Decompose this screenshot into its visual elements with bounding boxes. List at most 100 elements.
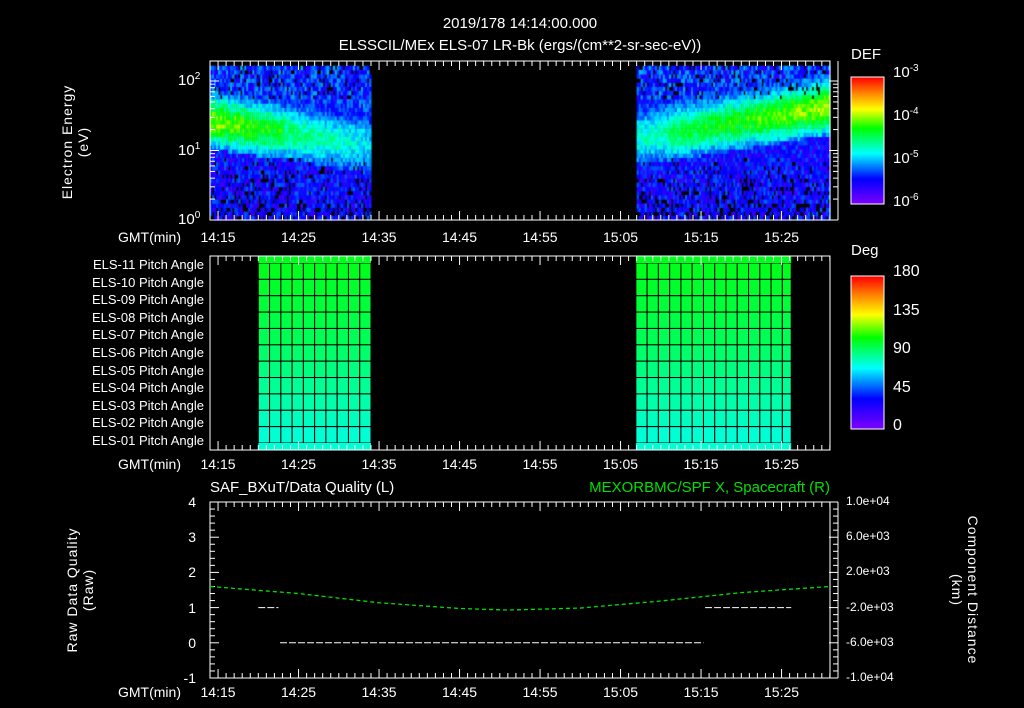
- pitch-angle-cell: [635, 256, 792, 263]
- pitch-angle-cell: [325, 393, 338, 411]
- pitch-angle-cell: [359, 295, 372, 313]
- pitch-angle-cell: [702, 327, 716, 346]
- quality-panel-xtick-label: 14:55: [522, 684, 558, 700]
- pitch-angle-cell: [336, 377, 349, 395]
- pitch-angle-cell: [702, 278, 716, 297]
- pitch-angle-cell: [748, 377, 761, 395]
- pitch-angle-cell: [646, 344, 659, 362]
- pitch-angle-cell: [736, 295, 750, 313]
- pitch-angle-cell: [646, 311, 659, 329]
- quality-tick-label: -1: [183, 670, 196, 686]
- spectrogram-xtick-label: 15:05: [603, 229, 639, 245]
- pitch-angle-cell: [269, 262, 282, 280]
- pitch-angle-cell: [646, 360, 659, 379]
- pitch-angle-cell: [347, 295, 361, 313]
- pitch-angle-cell: [748, 295, 761, 313]
- pitch-angle-row-label: ELS-09 Pitch Angle: [91, 292, 204, 308]
- pitch-angle-cell: [680, 311, 693, 329]
- pitch-angle-cell: [759, 344, 772, 362]
- pitch-angle-cell: [781, 377, 792, 395]
- pitch-angle-cell: [291, 311, 304, 329]
- pitch-angle-cell: [336, 360, 349, 379]
- pitch-angle-cell: [325, 344, 338, 362]
- pitch-angle-cell: [691, 344, 704, 362]
- pitch-angle-cell: [657, 377, 671, 395]
- pitch-angle-cell: [680, 409, 693, 428]
- pitch-angle-cell: [759, 327, 772, 346]
- def-colorbar-tick-label: 10-3: [893, 63, 919, 81]
- pitch-angle-cell: [269, 327, 282, 346]
- pitch-angle-cell: [725, 295, 738, 313]
- quality-panel-xtick-label: 15:05: [603, 684, 639, 700]
- pitch-angle-cell: [714, 327, 727, 346]
- pitch-angle-cell: [257, 393, 271, 411]
- pitch-angle-cell: [691, 360, 704, 379]
- pitch-angle-cell: [770, 377, 783, 395]
- pitch-angle-cell: [759, 262, 772, 280]
- pitch-angle-cell: [280, 295, 293, 313]
- def-colorbar-tick-label: 10-6: [893, 192, 919, 210]
- pitch-angle-cell: [257, 327, 271, 346]
- pitch-angle-cell: [669, 262, 682, 280]
- pitch-angle-cell: [781, 311, 792, 329]
- pitch-angle-cell: [325, 262, 338, 280]
- pitch-angle-cell: [269, 393, 282, 411]
- pitch-angle-cell: [657, 393, 671, 411]
- pitch-angle-cell: [669, 409, 682, 428]
- pitch-angle-cell: [714, 344, 727, 362]
- pitch-angle-cell: [291, 393, 304, 411]
- quality-tick-label: 1: [188, 599, 196, 616]
- pitch-angle-cell: [748, 426, 761, 444]
- pitch-angle-cell: [657, 262, 671, 280]
- pitch-angle-cell: [635, 360, 648, 379]
- quality-panel-xtick-label: 15:25: [764, 684, 800, 700]
- pitch-angle-cell: [691, 262, 704, 280]
- pitch-angle-cell: [680, 426, 693, 444]
- pitch-angle-cell: [725, 262, 738, 280]
- pitch-angle-cell: [736, 360, 750, 379]
- pitch-angle-cell: [657, 360, 671, 379]
- pitch-angle-cell: [680, 360, 693, 379]
- pitch-angle-cell: [781, 360, 792, 379]
- pitch-angle-cell: [770, 393, 783, 411]
- pitch-angle-row-label: ELS-01 Pitch Angle: [91, 433, 204, 448]
- pitch-angle-cell: [736, 426, 750, 444]
- quality-panel-xtick-label: 14:15: [200, 684, 236, 700]
- pitch-angle-cell: [759, 393, 772, 411]
- pitch-angle-cell: [781, 409, 792, 428]
- spectrogram-title: ELSSCIL/MEx ELS-07 LR-Bk (ergs/(cm**2-sr…: [338, 37, 702, 54]
- pitch-angle-cell: [257, 262, 271, 280]
- spectrogram-xtick-label: 14:45: [442, 229, 478, 245]
- pitch-angle-cell: [669, 344, 682, 362]
- pitch-angle-row-label: ELS-02 Pitch Angle: [91, 415, 204, 431]
- pitch-angle-cell: [635, 443, 792, 450]
- quality-title: SAF_BXuT/Data Quality (L): [210, 479, 395, 496]
- pitch-angle-cell: [257, 311, 271, 329]
- quality-panel-xtick-label: 14:35: [361, 684, 397, 700]
- pitch-angle-cell: [702, 409, 716, 428]
- pitch-angle-cell: [635, 377, 648, 395]
- pitch-angle-cell: [714, 278, 727, 297]
- energy-tick-label: 101: [178, 140, 201, 159]
- pitch-angle-cell: [680, 377, 693, 395]
- pitch-angle-cell: [781, 295, 792, 313]
- pitch-angle-cell: [680, 278, 693, 297]
- pitch-angle-cell: [759, 311, 772, 329]
- pitch-angle-cell: [736, 311, 750, 329]
- pitch-angle-cell: [314, 344, 327, 362]
- pitch-angle-cell: [325, 409, 338, 428]
- pitch-angle-cell: [269, 409, 282, 428]
- quality-panel-xlabel: GMT(min): [118, 684, 181, 700]
- pitch-angle-cell: [347, 426, 361, 444]
- pitch-angle-cell: [269, 278, 282, 297]
- pitch-angle-cell: [280, 262, 293, 280]
- pitch-angle-cell: [314, 278, 327, 297]
- pitch-angle-cell: [657, 344, 671, 362]
- pitch-angle-cell: [669, 278, 682, 297]
- pitch-angle-cell: [702, 262, 716, 280]
- pitch-angle-cell: [635, 393, 648, 411]
- pitch-angle-cell: [781, 344, 792, 362]
- pitch-angle-cell: [748, 393, 761, 411]
- pitch-angle-cell: [347, 278, 361, 297]
- pitch-angle-cell: [680, 295, 693, 313]
